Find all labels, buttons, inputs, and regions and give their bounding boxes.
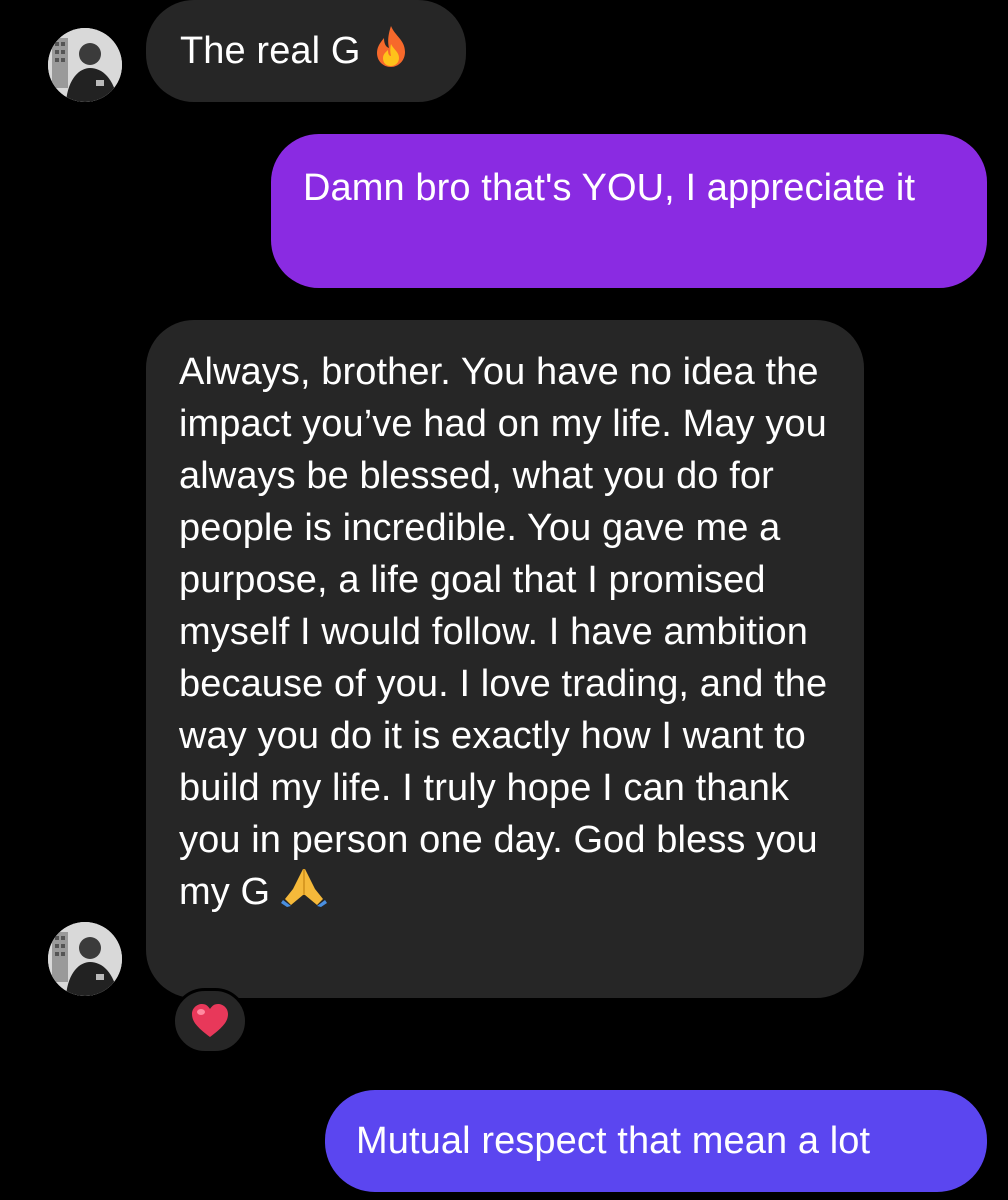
message-text: The real G bbox=[180, 30, 361, 73]
outgoing-message-bubble[interactable]: Damn bro that's YOU, I appreciate it bbox=[271, 134, 987, 288]
incoming-message-bubble[interactable]: Always, brother. You have no idea the im… bbox=[146, 320, 864, 998]
outgoing-message-bubble[interactable]: Mutual respect that mean a lot bbox=[325, 1090, 987, 1192]
message-text: Mutual respect that mean a lot bbox=[356, 1120, 871, 1162]
avatar-photo-icon bbox=[48, 922, 122, 996]
message-thread: The real G Damn bro that's YOU, I apprec… bbox=[0, 0, 1008, 1200]
heart-reaction-badge[interactable] bbox=[172, 988, 248, 1054]
contact-avatar[interactable] bbox=[48, 922, 122, 996]
message-text: Damn bro that's YOU, I appreciate it bbox=[303, 167, 916, 209]
contact-avatar[interactable] bbox=[48, 28, 122, 102]
fire-emoji-icon bbox=[371, 24, 411, 82]
avatar-photo-icon bbox=[48, 28, 122, 102]
heart-icon bbox=[192, 1004, 228, 1037]
message-text: Always, brother. You have no idea the im… bbox=[179, 351, 828, 913]
folded-hands-emoji-icon bbox=[280, 867, 327, 921]
incoming-message-bubble[interactable]: The real G bbox=[146, 0, 466, 102]
